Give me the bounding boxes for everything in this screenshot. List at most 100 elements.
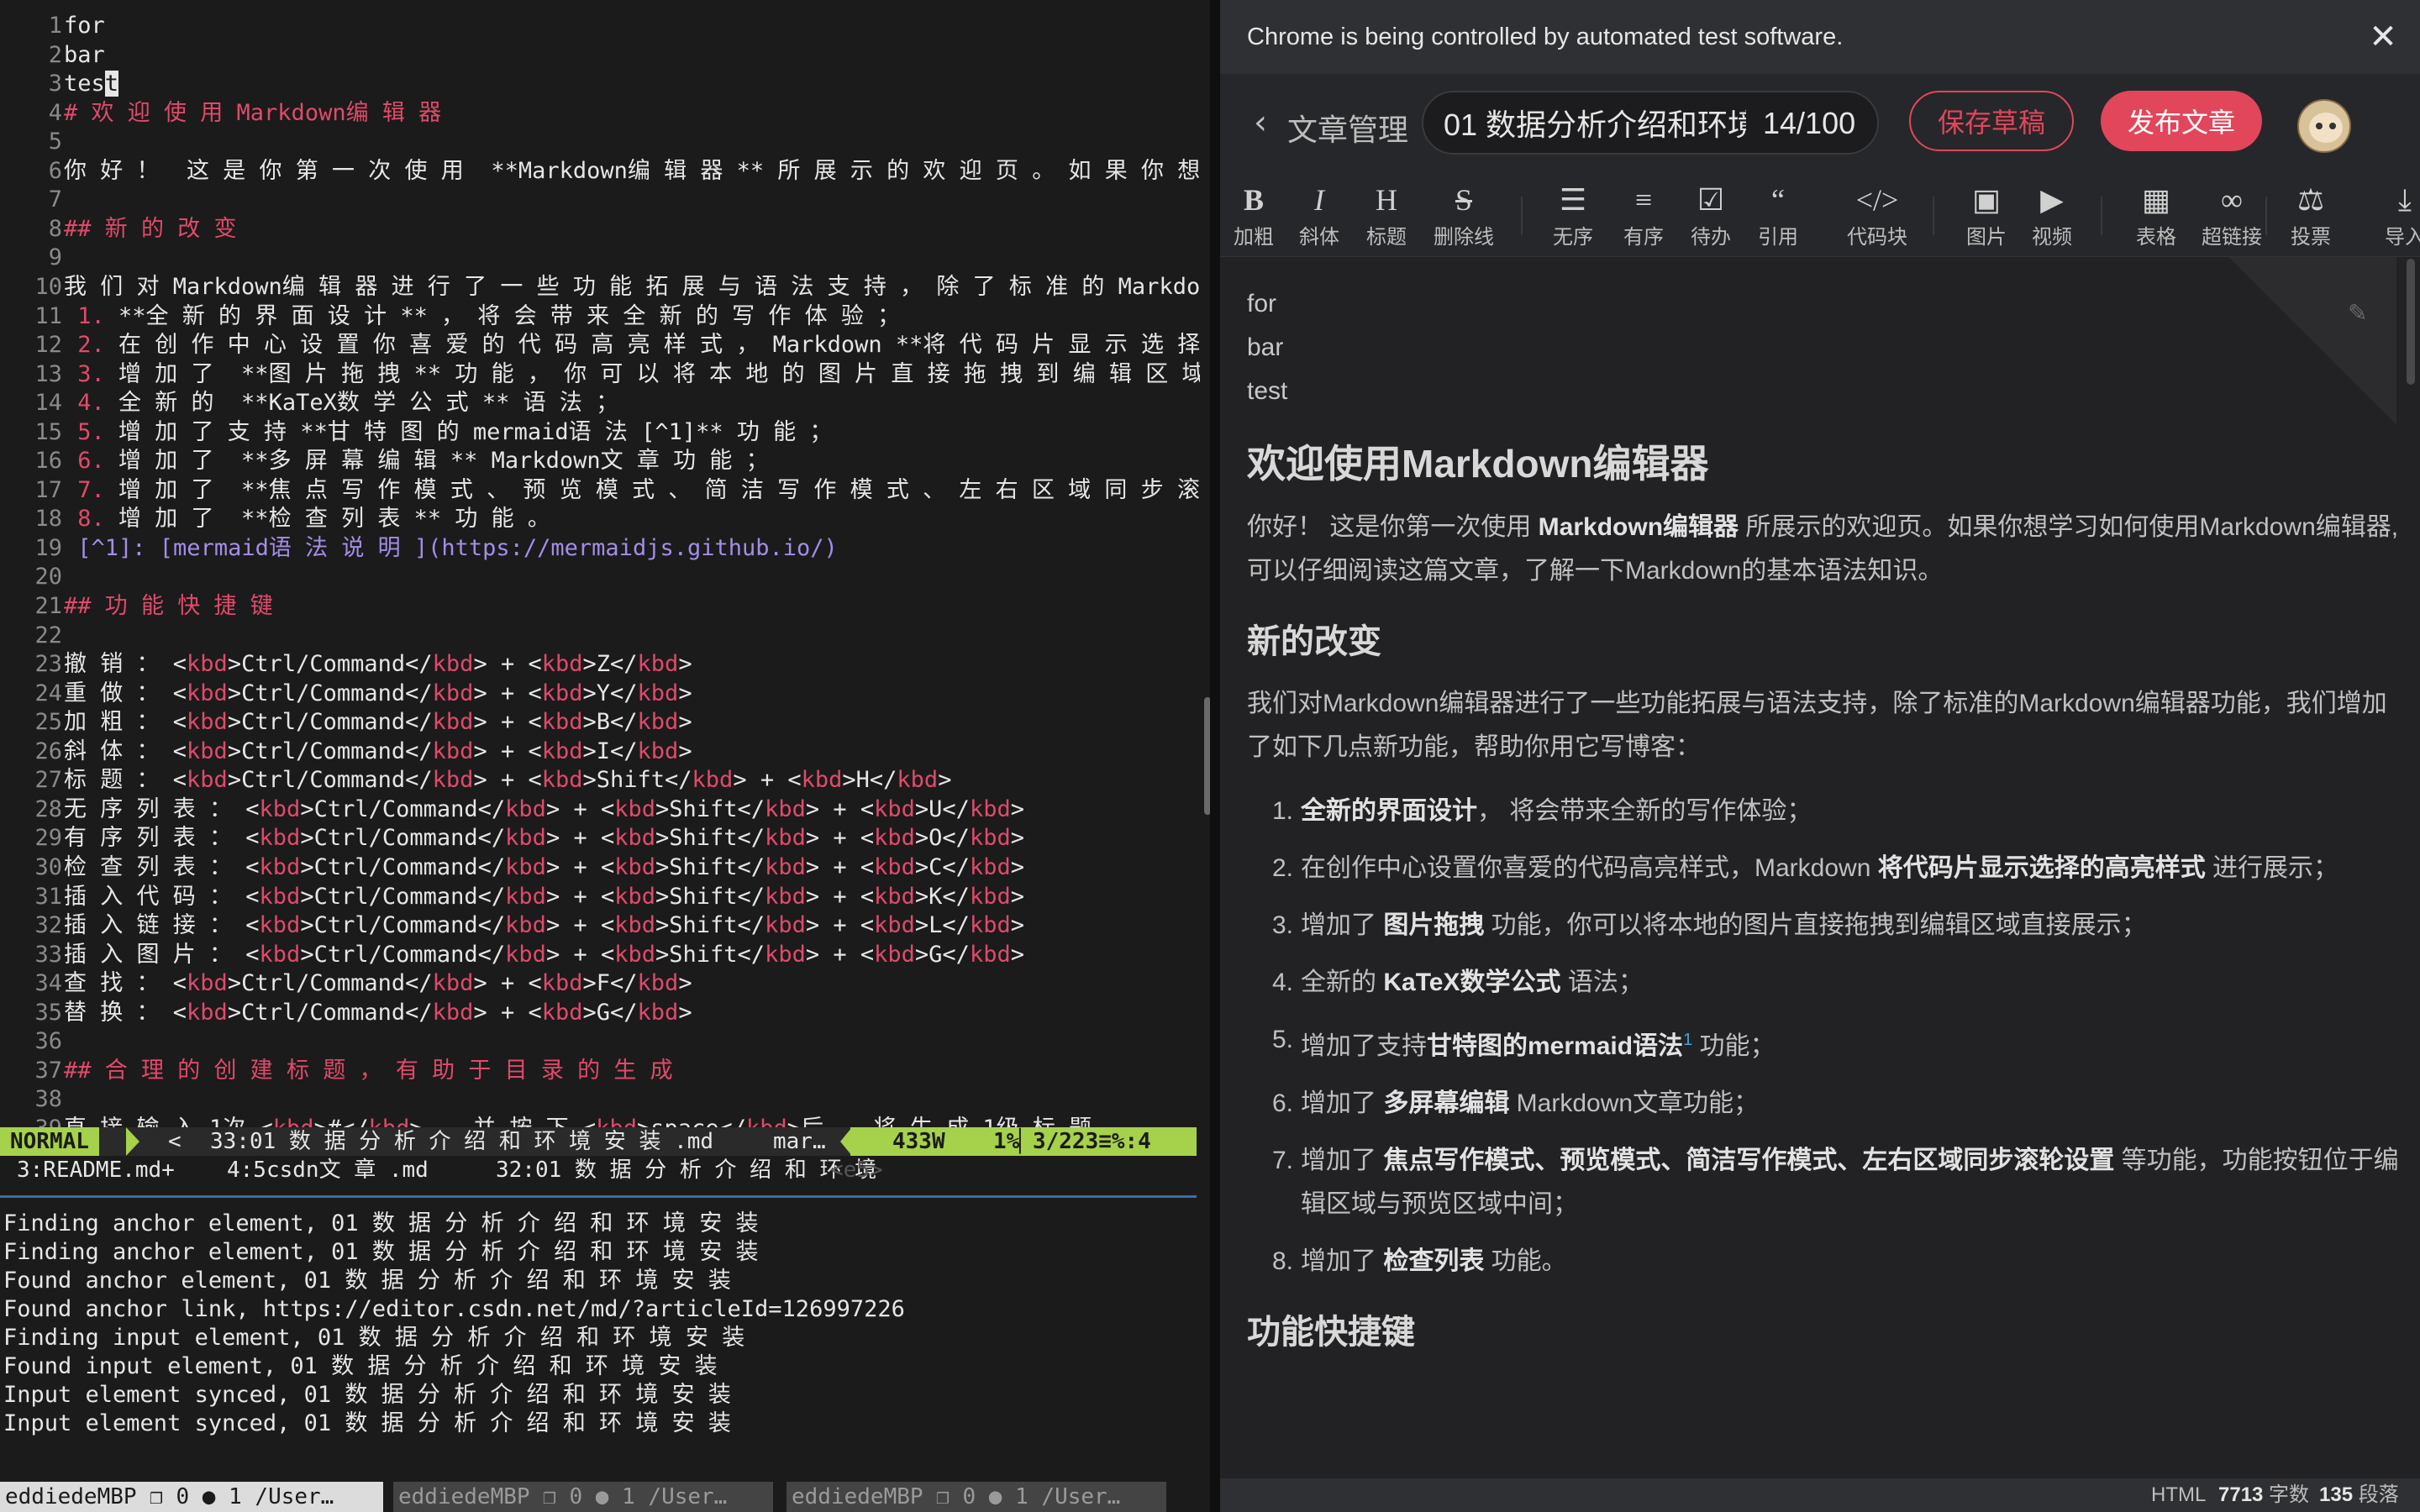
vim-buffer-tab[interactable]: 4:5csdn文 章 .md	[227, 1156, 429, 1184]
vim-line[interactable]: 37## 合 理 的 创 建 标 题 ， 有 助 于 目 录 的 生 成	[0, 1057, 1200, 1085]
tmux-window-tab[interactable]: eddiedeMBP ❐ 0 ● 1 /User…	[0, 1482, 383, 1512]
text-segment: ##	[64, 1057, 105, 1084]
vim-line[interactable]: 19 [^1]: [mermaid语 法 说 明 ](https://merma…	[0, 534, 1200, 563]
vim-line[interactable]: 38	[0, 1085, 1200, 1114]
toolbar-vote-button[interactable]: ⚖ 投票	[2277, 181, 2344, 249]
text-segment: >	[1010, 941, 1024, 968]
toolbar-italic-button[interactable]: I 斜体	[1286, 181, 1353, 249]
text-segment: > + <	[805, 883, 875, 910]
save-draft-button[interactable]: 保存草稿	[1909, 91, 2074, 151]
vim-line[interactable]: 3test	[0, 70, 1200, 98]
vim-line[interactable]: 32插 入 链 接 ： <kbd>Ctrl/Command</kbd> + <k…	[0, 911, 1200, 940]
avatar[interactable]	[2297, 99, 2351, 153]
markdown-preview[interactable]: ✎ for bar test 欢迎使用Markdown编辑器 你好！ 这是你第一…	[1220, 257, 2420, 1478]
vim-line[interactable]: 25加 粗 ： <kbd>Ctrl/Command</kbd> + <kbd>B…	[0, 708, 1200, 737]
list-text: Markdown文章功能；	[1509, 1089, 1760, 1117]
vim-line[interactable]: 13 3. 增 加 了 **图 片 拖 拽 ** 功 能 ， 你 可 以 将 本…	[0, 360, 1200, 389]
vim-line[interactable]: 10我 们 对 Markdown编 辑 器 进 行 了 一 些 功 能 拓 展 …	[0, 273, 1200, 302]
vim-line[interactable]: 17 7. 增 加 了 **焦 点 写 作 模 式 、 预 览 模 式 、 简 …	[0, 476, 1200, 505]
vim-line[interactable]: 18 8. 增 加 了 **检 查 列 表 ** 功 能 。	[0, 505, 1200, 533]
line-text: 斜 体 ： <kbd>Ctrl/Command</kbd> + <kbd>I</…	[64, 738, 692, 764]
vim-line[interactable]: 35替 换 ： <kbd>Ctrl/Command</kbd> + <kbd>G…	[0, 999, 1200, 1027]
preview-scrollbar[interactable]	[2407, 259, 2415, 385]
vim-line[interactable]: 31插 入 代 码 ： <kbd>Ctrl/Command</kbd> + <k…	[0, 883, 1200, 911]
line-text: 替 换 ： <kbd>Ctrl/Command</kbd> + <kbd>G</…	[64, 1000, 692, 1026]
text-segment: >Shift</	[655, 853, 765, 880]
vim-buffer-tab[interactable]: 32:01 数 据 分 析 介 绍 和 环 境	[496, 1156, 876, 1184]
toolbar-label: 投票	[2291, 226, 2331, 249]
vim-line[interactable]: 2bar	[0, 41, 1200, 70]
vim-line[interactable]: 15 5. 增 加 了 支 持 **甘 特 图 的 mermaid语 法 [^1…	[0, 418, 1200, 447]
vim-line[interactable]: 11 1. **全 新 的 界 面 设 计 ** ， 将 会 带 来 全 新 的…	[0, 302, 1200, 331]
text-segment: kbd	[765, 825, 806, 852]
vim-line[interactable]: 5	[0, 128, 1200, 156]
vim-line[interactable]: 6你 好 ！ 这 是 你 第 一 次 使 用 **Markdown编 辑 器 *…	[0, 157, 1200, 186]
vim-tabline-overflow: <e5>	[830, 1158, 883, 1183]
toolbar-table-button[interactable]: ▦ 表格	[2123, 181, 2190, 249]
toolbar-hyperlink-button[interactable]: ∞ 超链接	[2198, 181, 2265, 249]
text-segment: >C</	[914, 853, 970, 880]
vim-line[interactable]: 27标 题 ： <kbd>Ctrl/Command</kbd> + <kbd>S…	[0, 766, 1200, 795]
toolbar-todo-button[interactable]: ☑ 待办	[1677, 181, 1744, 249]
vim-line[interactable]: 16 6. 增 加 了 **多 屏 幕 编 辑 ** Markdown文 章 功…	[0, 447, 1200, 475]
text-segment: 5.	[64, 418, 119, 445]
vim-line[interactable]: 26斜 体 ： <kbd>Ctrl/Command</kbd> + <kbd>I…	[0, 738, 1200, 766]
vim-line[interactable]: 33插 入 图 片 ： <kbd>Ctrl/Command</kbd> + <k…	[0, 941, 1200, 969]
list-number: 6.	[1272, 1089, 1294, 1117]
toolbar-quote-button[interactable]: “ 引用	[1744, 181, 1812, 249]
vim-line[interactable]: 22	[0, 622, 1200, 650]
title-field[interactable]: 14/100	[1422, 91, 1879, 155]
publish-button[interactable]: 发布文章	[2101, 91, 2262, 151]
vim-buffer[interactable]: 1for 2bar 3test 4# 欢 迎 使 用 Markdown编 辑 器 5 6你…	[0, 12, 1200, 1137]
vim-line[interactable]: 20	[0, 563, 1200, 591]
close-icon[interactable]: ✕	[2363, 17, 2403, 57]
text-segment: > + <	[545, 912, 615, 939]
tmux-window-tab[interactable]: eddiedeMBP ❐ 0 ● 1 /User…	[393, 1482, 773, 1512]
toolbar-separator	[1521, 197, 1523, 235]
vim-line[interactable]: 21## 功 能 快 捷 键	[0, 592, 1200, 621]
vim-line[interactable]: 24重 做 ： <kbd>Ctrl/Command</kbd> + <kbd>Y…	[0, 680, 1200, 708]
chevron-left-icon[interactable]: ‹	[1254, 104, 1267, 141]
list-number: 2.	[1272, 854, 1294, 882]
paragraph-count: 135 段落	[2319, 1478, 2399, 1512]
toolbar-strikethrough-button[interactable]: S 删除线	[1430, 181, 1497, 249]
vim-line[interactable]: 12 2. 在 创 作 中 心 设 置 你 喜 爱 的 代 码 高 亮 样 式 …	[0, 331, 1200, 360]
toolbar-video-button[interactable]: ▶ 视频	[2018, 181, 2086, 249]
bold-icon: B	[1243, 183, 1264, 217]
list-item: 6. 增加了 多屏幕编辑 Markdown文章功能；	[1247, 1082, 2407, 1126]
text-segment: kbd	[432, 999, 474, 1026]
vim-line[interactable]: 29有 序 列 表 ： <kbd>Ctrl/Command</kbd> + <k…	[0, 824, 1200, 853]
vim-line[interactable]: 36	[0, 1027, 1200, 1056]
toolbar-bold-button[interactable]: B 加粗	[1220, 181, 1287, 249]
article-management-link[interactable]: 文章管理	[1287, 106, 1408, 150]
vim-line[interactable]: 9	[0, 244, 1200, 272]
tmux-pane-divider[interactable]	[0, 1195, 1197, 1198]
toolbar-unordered-list-button[interactable]: ☰ 无序	[1539, 181, 1607, 249]
vim-buffer-tab[interactable]: 3:README.md+	[17, 1156, 175, 1184]
vim-line[interactable]: 8## 新 的 改 变	[0, 215, 1200, 244]
line-number: 9	[48, 244, 62, 271]
toolbar-code-block-button[interactable]: </> 代码块	[1844, 181, 1911, 249]
import-icon: ⤓	[2398, 183, 2412, 217]
toolbar-heading-button[interactable]: H 标题	[1353, 181, 1420, 249]
article-title-input[interactable]	[1444, 104, 1746, 141]
italic-icon: I	[1314, 183, 1324, 217]
text-segment: >	[678, 709, 692, 736]
vim-line[interactable]: 28无 序 列 表 ： <kbd>Ctrl/Command</kbd> + <k…	[0, 795, 1200, 824]
footnote-ref[interactable]: 1	[1683, 1031, 1692, 1049]
text-segment: for	[64, 13, 105, 39]
vim-line[interactable]: 14 4. 全 新 的 **KaTeX数 学 公 式 ** 语 法 ；	[0, 389, 1200, 417]
vim-line[interactable]: 30检 查 列 表 ： <kbd>Ctrl/Command</kbd> + <k…	[0, 853, 1200, 882]
toolbar-import-button[interactable]: ⤓ 导入	[2371, 181, 2420, 249]
toolbar-image-button[interactable]: ▣ 图片	[1953, 181, 2020, 249]
vim-cursor-position: 1%▏3/223≡%:4	[993, 1129, 1151, 1154]
vim-line[interactable]: 7	[0, 186, 1200, 214]
vim-line[interactable]: 1for	[0, 12, 1200, 40]
automation-infobar: Chrome is being controlled by automated …	[1220, 0, 2420, 74]
toolbar-ordered-list-button[interactable]: ≡ 有序	[1610, 181, 1677, 249]
vim-line[interactable]: 34查 找 ： <kbd>Ctrl/Command</kbd> + <kbd>F…	[0, 969, 1200, 998]
terminal-window[interactable]: 1for 2bar 3test 4# 欢 迎 使 用 Markdown编 辑 器 5 6你…	[0, 0, 1211, 1512]
vim-line[interactable]: 4# 欢 迎 使 用 Markdown编 辑 器	[0, 99, 1200, 128]
tmux-window-tab[interactable]: eddiedeMBP ❐ 0 ● 1 /User…	[786, 1482, 1166, 1512]
vim-line[interactable]: 23撤 销 ： <kbd>Ctrl/Command</kbd> + <kbd>Z…	[0, 650, 1200, 679]
